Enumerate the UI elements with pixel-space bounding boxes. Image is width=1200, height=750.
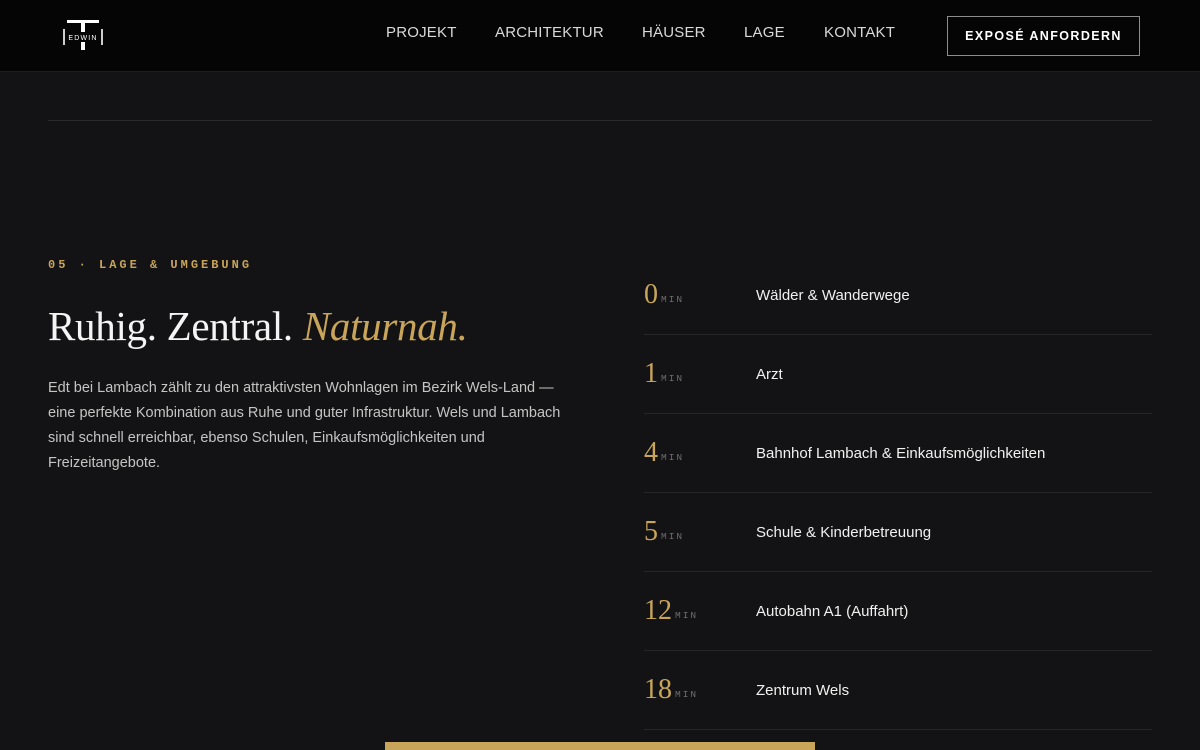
logo-mark-icon: EDWIN xyxy=(63,20,103,50)
section-eyebrow: 05 · LAGE & UMGEBUNG xyxy=(48,258,253,272)
list-item: 5 MIN Schule & Kinderbetreuung xyxy=(644,493,1152,572)
nav-item-haeuser[interactable]: HÄUSER xyxy=(642,24,706,41)
poi-unit: MIN xyxy=(661,373,685,384)
poi-unit: MIN xyxy=(675,610,699,621)
section-divider xyxy=(48,120,1152,121)
poi-minutes: 1 xyxy=(644,358,658,389)
poi-time: 4 MIN xyxy=(644,436,684,475)
poi-time: 12 MIN xyxy=(644,594,698,633)
poi-label: Wälder & Wanderwege xyxy=(756,287,910,304)
poi-minutes: 12 xyxy=(644,595,672,626)
poi-time: 18 MIN xyxy=(644,673,698,712)
edwin-logo[interactable]: EDWIN xyxy=(62,20,104,50)
nav-item-projekt[interactable]: PROJEKT xyxy=(386,24,457,41)
nav-item-lage[interactable]: LAGE xyxy=(744,24,785,41)
poi-time: 0 MIN xyxy=(644,278,684,317)
section-intro: Edt bei Lambach zählt zu den attraktivst… xyxy=(48,380,561,471)
poi-label: Autobahn A1 (Auffahrt) xyxy=(756,603,909,620)
poi-label: Bahnhof Lambach & Einkaufsmöglichkeiten xyxy=(756,445,1046,462)
poi-minutes: 0 xyxy=(644,279,658,310)
poi-unit: MIN xyxy=(661,531,685,542)
poi-minutes: 4 xyxy=(644,437,658,468)
poi-unit: MIN xyxy=(661,452,685,463)
nav-item-architektur[interactable]: ARCHITEKTUR xyxy=(495,24,604,41)
heading-plain: Ruhig. Zentral. xyxy=(48,303,293,349)
gold-action-bar[interactable] xyxy=(385,742,815,750)
poi-unit: MIN xyxy=(661,294,685,305)
nav-item-kontakt[interactable]: KONTAKT xyxy=(824,24,895,41)
poi-label: Arzt xyxy=(756,366,783,383)
section-heading: Ruhig. Zentral. Naturnah. xyxy=(48,302,468,350)
request-expose-button[interactable]: EXPOSÉ ANFORDERN xyxy=(947,16,1140,56)
site-header: EDWIN PROJEKT ARCHITEKTUR HÄUSER LAGE KO… xyxy=(0,0,1200,72)
logo-text: EDWIN xyxy=(68,35,97,42)
poi-label: Schule & Kinderbetreuung xyxy=(756,524,932,541)
list-item: 1 MIN Arzt xyxy=(644,335,1152,414)
poi-minutes: 18 xyxy=(644,674,672,705)
poi-time: 1 MIN xyxy=(644,357,684,396)
list-item: 12 MIN Autobahn A1 (Auffahrt) xyxy=(644,572,1152,651)
list-item: 4 MIN Bahnhof Lambach & Einkaufsmöglichke… xyxy=(644,414,1152,493)
list-item: 18 MIN Zentrum Wels xyxy=(644,651,1152,730)
poi-unit: MIN xyxy=(675,689,699,700)
list-item: 0 MIN Wälder & Wanderwege xyxy=(644,256,1152,335)
poi-minutes: 5 xyxy=(644,516,658,547)
distance-list: 0 MIN Wälder & Wanderwege 1 MIN Arzt 4 MIN … xyxy=(644,256,1152,730)
poi-time: 5 MIN xyxy=(644,515,684,554)
poi-label: Zentrum Wels xyxy=(756,682,850,699)
heading-accent: Naturnah. xyxy=(302,303,468,349)
